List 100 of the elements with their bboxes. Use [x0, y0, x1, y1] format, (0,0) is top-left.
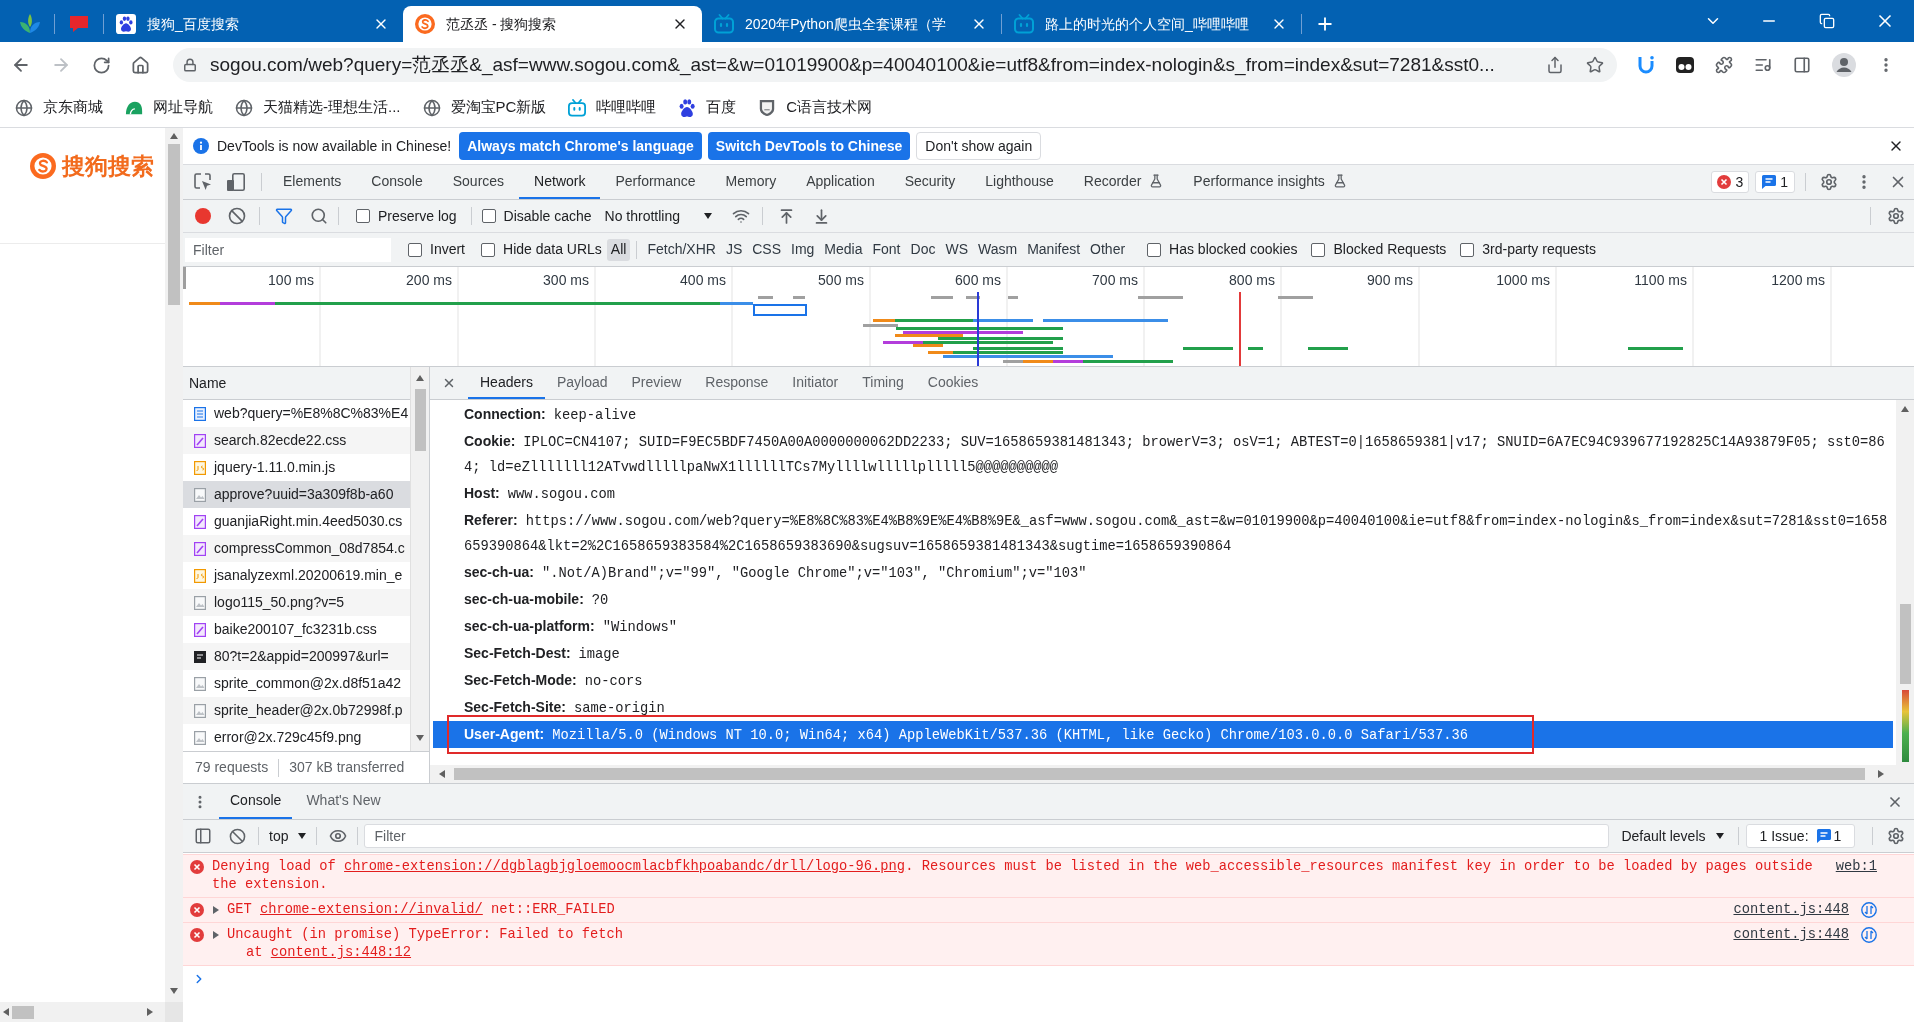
scroll-left-arrow-icon[interactable] — [3, 1008, 9, 1016]
source-link[interactable]: web:1 — [1835, 858, 1877, 876]
settings-icon[interactable] — [1820, 173, 1838, 191]
scrollbar[interactable] — [430, 765, 1896, 783]
request-row[interactable]: compressCommon_08d7854.c — [183, 535, 410, 562]
details-tab[interactable]: Payload — [544, 367, 620, 399]
dropdown-triangle-icon[interactable] — [298, 833, 307, 839]
type-filter[interactable]: JS — [721, 238, 747, 261]
message-link[interactable]: content.js:448:12 — [270, 945, 412, 960]
type-filter[interactable]: CSS — [748, 238, 785, 261]
network-conditions-icon[interactable] — [732, 207, 750, 225]
type-filter[interactable]: Other — [1086, 238, 1130, 261]
details-tab[interactable]: Preview — [619, 367, 694, 399]
type-filter[interactable]: Wasm — [974, 238, 1022, 261]
request-header[interactable]: sec-ch-ua-platform: "Windows" — [433, 613, 1893, 640]
eye-icon[interactable] — [329, 827, 348, 845]
type-filter[interactable]: Img — [787, 238, 819, 261]
checkbox-label[interactable]: Has blocked cookies — [1169, 239, 1298, 260]
browser-tab[interactable]: 2020年Python爬虫全套课程（学 — [702, 6, 1001, 42]
avatar-icon[interactable] — [1832, 53, 1856, 77]
console-filter-field[interactable]: Filter — [364, 824, 1610, 848]
side-panel-icon[interactable] — [1793, 56, 1811, 74]
expand-triangle-icon[interactable] — [213, 931, 219, 939]
details-tab[interactable]: Initiator — [780, 367, 851, 399]
browser-tab[interactable]: 搜狗_百度搜索 — [104, 6, 403, 42]
panel-tab[interactable]: Application — [791, 165, 890, 199]
request-row[interactable]: search.82ecde22.css — [183, 427, 410, 454]
phone-tablet-icon[interactable] — [227, 173, 245, 191]
clear-icon[interactable] — [229, 827, 246, 845]
type-filter[interactable]: WS — [941, 238, 972, 261]
sidebar-icon[interactable] — [194, 827, 212, 845]
request-row[interactable]: 80?t=2&appid=200997&url= — [183, 643, 410, 670]
scrollbar[interactable] — [165, 128, 183, 1002]
bookmark[interactable]: C语言技术网 — [750, 92, 881, 123]
scroll-down-arrow-icon[interactable] — [416, 735, 424, 741]
request-row[interactable]: approve?uuid=3a309f8b-a60 — [183, 481, 410, 508]
error-counter[interactable]: 3 — [1711, 171, 1750, 193]
scrollbar[interactable] — [410, 367, 429, 751]
scroll-left-arrow-icon[interactable] — [439, 770, 445, 778]
panel-tab[interactable]: Memory — [710, 165, 792, 199]
panel-tab[interactable]: Security — [889, 165, 971, 199]
scrollbar[interactable] — [0, 1002, 165, 1022]
checkbox-label[interactable]: 3rd-party requests — [1482, 239, 1596, 260]
bookmark[interactable]: 天猫精选-理想生活... — [227, 92, 409, 123]
source-link[interactable]: content.js:448 — [1733, 901, 1849, 919]
scroll-down-arrow-icon[interactable] — [170, 988, 178, 994]
download-icon[interactable] — [813, 207, 830, 225]
source-link[interactable]: content.js:448 — [1733, 926, 1849, 944]
type-filter[interactable]: Media — [820, 238, 867, 261]
browser-tab[interactable]: 路上的时光的个人空间_哔哩哔哩 — [1002, 6, 1301, 42]
home-icon[interactable] — [131, 55, 150, 75]
circular-arrows-icon[interactable] — [1861, 902, 1877, 918]
panel-tab[interactable]: Performance insights — [1178, 165, 1362, 199]
request-row[interactable]: logo115_50.png?v=5 — [183, 589, 410, 616]
checkbox[interactable] — [356, 209, 370, 223]
u-shape-icon[interactable] — [1637, 56, 1655, 74]
settings-icon[interactable] — [1887, 827, 1905, 845]
two-circles-icon[interactable] — [1676, 56, 1694, 74]
bookmark[interactable]: 京东商城 — [7, 92, 111, 123]
bookmark[interactable]: 爱淘宝PC新版 — [414, 92, 555, 123]
address-bar[interactable]: sogou.com/web?query=范丞丞&_asf=www.sogou.com&_ast=&w=01019900&p=40040100&ie=utf8&from=index-nologin&s_from=index&sut=7281&sst0... — [173, 48, 1617, 82]
checkbox[interactable] — [481, 209, 496, 223]
inspect-element-icon[interactable] — [194, 173, 212, 191]
bookmark[interactable]: 哔哩哔哩 — [560, 92, 665, 123]
scrollbar-thumb[interactable] — [414, 389, 426, 451]
checkbox-label[interactable]: Preserve log — [378, 205, 457, 227]
checkbox-label[interactable]: Hide data URLs — [503, 239, 602, 260]
request-header[interactable]: Host: www.sogou.com — [433, 480, 1893, 507]
checkbox[interactable] — [481, 242, 495, 257]
message-counter[interactable]: 1 — [1755, 171, 1795, 193]
details-tab[interactable]: Headers — [468, 367, 545, 399]
record-icon[interactable] — [194, 207, 212, 225]
checkbox[interactable] — [408, 242, 422, 257]
restore-icon[interactable] — [1819, 13, 1835, 29]
panel-tab[interactable]: Performance — [600, 165, 711, 199]
checkbox[interactable] — [1460, 242, 1475, 257]
type-filter[interactable]: Doc — [906, 238, 940, 261]
window-handle[interactable] — [183, 267, 186, 289]
reload-icon[interactable] — [92, 55, 111, 75]
lock-icon[interactable] — [183, 58, 197, 72]
bookmark[interactable]: 百度 — [670, 92, 745, 123]
browser-tab[interactable]: 范丞丞 - 搜狗搜索 — [403, 6, 702, 42]
details-tab[interactable]: Timing — [850, 367, 916, 399]
dropdown-triangle-icon[interactable] — [1715, 833, 1724, 839]
panel-tab[interactable]: Console — [356, 165, 438, 199]
type-filter[interactable]: Manifest — [1023, 238, 1085, 261]
scroll-up-arrow-icon[interactable] — [170, 133, 178, 139]
panel-tab[interactable]: Lighthouse — [970, 165, 1069, 199]
details-tab[interactable]: Cookies — [915, 367, 991, 399]
scrollbar-thumb[interactable] — [12, 1005, 34, 1019]
checkbox[interactable] — [1311, 242, 1326, 257]
bookmark-star-icon[interactable] — [1586, 56, 1604, 74]
request-header[interactable]: Sec-Fetch-Site: same-origin — [433, 694, 1893, 721]
panel-tab[interactable]: Recorder — [1068, 165, 1179, 199]
scrollbar-thumb[interactable] — [168, 144, 180, 305]
type-filter[interactable]: All — [606, 238, 631, 261]
infobar-button[interactable]: Always match Chrome's language — [459, 132, 702, 160]
type-filter[interactable]: Font — [868, 238, 905, 261]
levels-dropdown[interactable]: Default levels — [1621, 825, 1724, 847]
infobar-button[interactable]: Don't show again — [916, 132, 1042, 160]
